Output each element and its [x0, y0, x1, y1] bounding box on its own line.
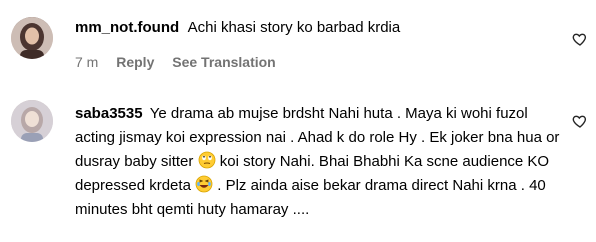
reply-button[interactable]: Reply: [116, 54, 154, 70]
heart-icon[interactable]: [572, 113, 588, 129]
comment-body: saba3535 Ye drama ab mujse brdsht Nahi h…: [75, 102, 565, 222]
username[interactable]: saba3535: [75, 105, 143, 122]
comment-text: Achi khasi story ko barbad krdia: [187, 19, 401, 36]
timestamp: 7 m: [75, 54, 99, 70]
username[interactable]: mm_not.found: [75, 19, 179, 36]
avatar-image: [11, 17, 53, 59]
see-translation-button[interactable]: See Translation: [172, 54, 275, 70]
avatar[interactable]: [11, 17, 53, 59]
eye-roll-emoji-icon: [198, 151, 216, 169]
avatar-image: [11, 100, 53, 142]
comment-line: mm_not.found Achi khasi story ko barbad …: [75, 19, 400, 37]
comment-meta: 7 m Reply See Translation: [75, 54, 276, 70]
laughing-emoji-icon: [195, 175, 213, 193]
heart-icon[interactable]: [572, 31, 588, 47]
avatar[interactable]: [11, 100, 53, 142]
